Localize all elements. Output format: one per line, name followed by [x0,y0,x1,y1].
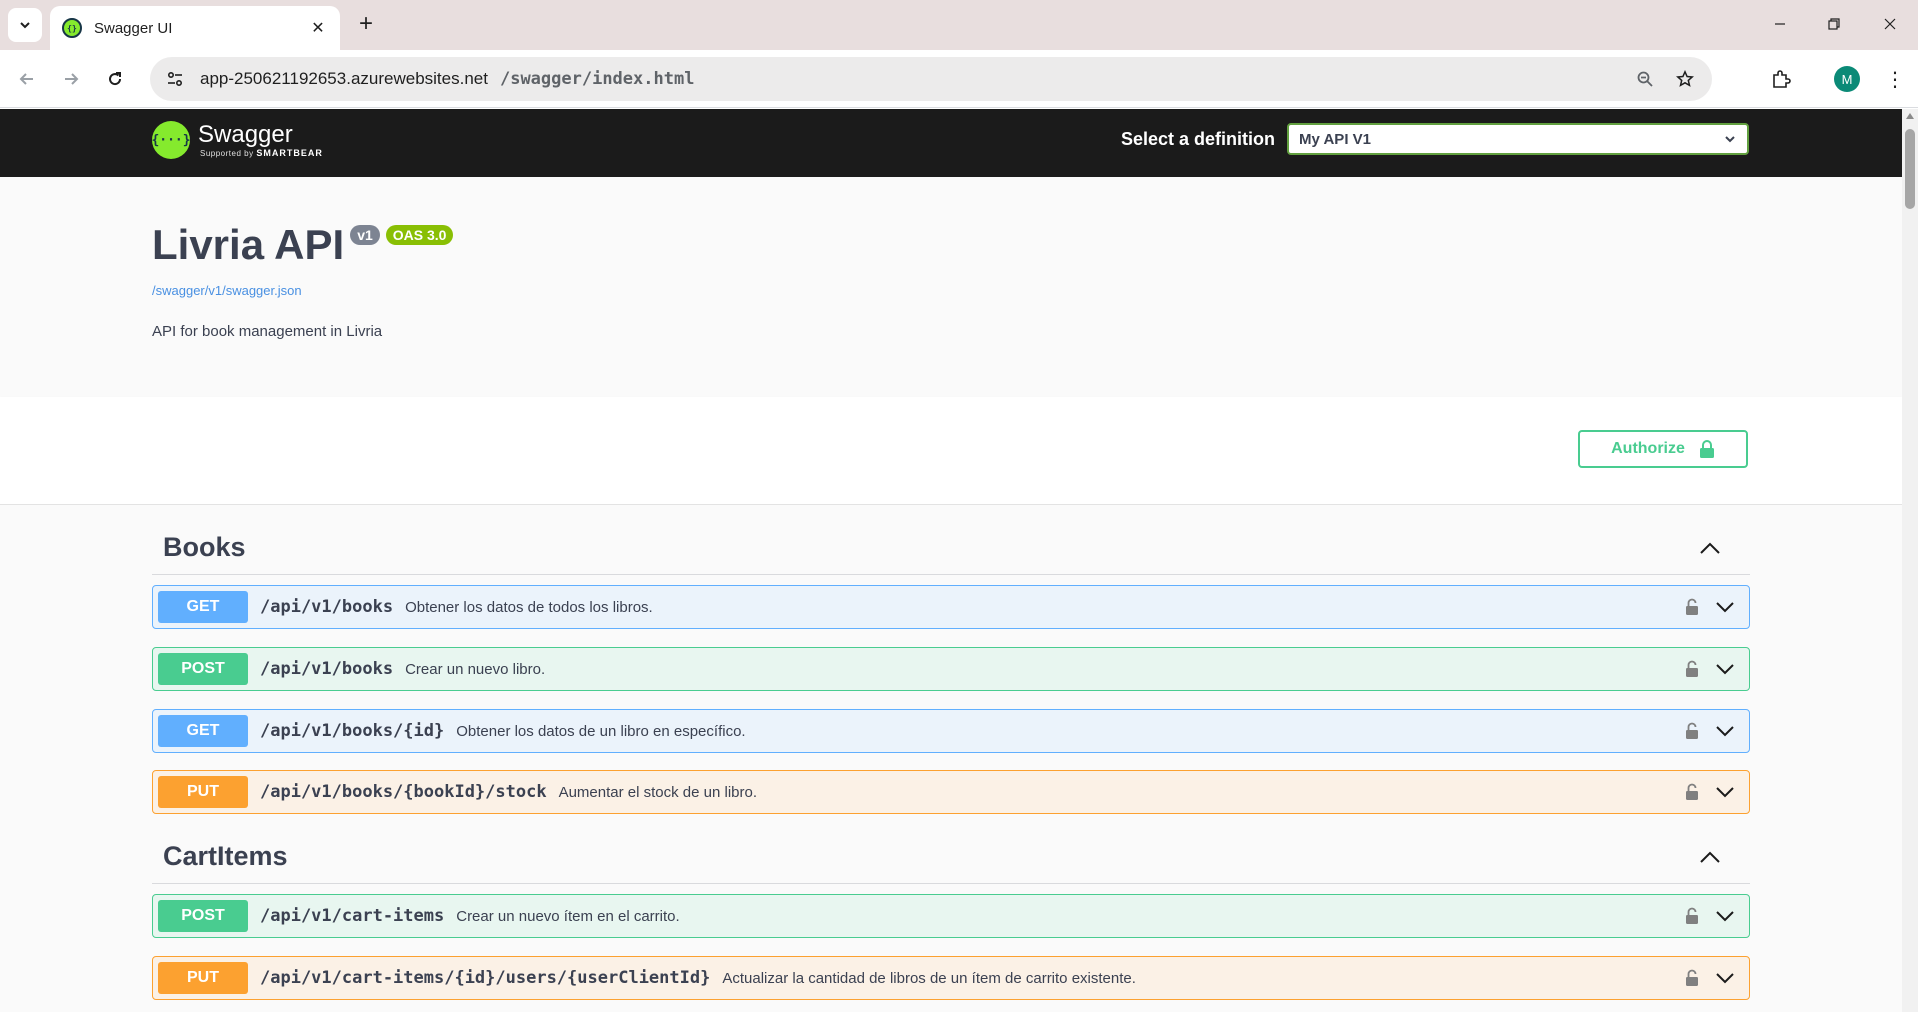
operation-path: /api/v1/books [260,597,394,617]
operation-get-book-by-id[interactable]: GET /api/v1/books/{id} Obtener los datos… [152,709,1750,753]
page-viewport: {···} Swagger Supported by SMARTBEAR Sel… [0,109,1902,1012]
new-tab-button[interactable]: + [352,10,380,38]
definition-select[interactable]: My API V1 [1287,123,1750,155]
chevron-down-icon[interactable] [1712,595,1738,619]
lock-icon[interactable] [1682,719,1702,743]
lock-icon[interactable] [1682,595,1702,619]
operation-path: /api/v1/books/{bookId}/stock [260,782,547,802]
method-badge: GET [158,715,248,747]
operation-path: /api/v1/cart-items [260,906,445,926]
logo-subtitle: Supported by SMARTBEAR [200,148,323,158]
close-tab-icon[interactable]: ✕ [308,18,328,38]
operation-summary: Obtener los datos de todos los libros. [405,598,653,616]
version-badge: v1 [350,225,380,245]
authorize-button[interactable]: Authorize [1578,430,1748,468]
api-description: API for book management in Livria [152,323,383,340]
logo-name: Swagger [198,121,293,148]
url-host: app-250621192653.azurewebsites.net [200,69,488,88]
scrollbar-thumb[interactable] [1905,129,1915,209]
tab-search-button[interactable] [8,8,42,42]
definition-value: My API V1 [1299,130,1371,148]
api-title: Livria API [152,221,345,268]
lock-icon[interactable] [1682,780,1702,804]
url-path: /swagger/index.html [499,69,695,89]
site-info-icon[interactable] [162,66,188,92]
chevron-down-icon [20,22,30,29]
url-text: app-250621192653.azurewebsites.net/swagg… [200,69,1620,89]
operation-summary: Crear un nuevo ítem en el carrito. [456,907,680,925]
operation-path: /api/v1/books [260,659,394,679]
swagger-favicon-icon: {} [62,18,82,38]
tag-name: CartItems [163,841,288,871]
operation-summary: Aumentar el stock de un libro. [558,783,758,801]
chevron-down-icon [1725,136,1735,143]
definition-label: Select a definition [1121,128,1276,149]
operation-put-cart-item[interactable]: PUT /api/v1/cart-items/{id}/users/{userC… [152,956,1750,1000]
lock-icon[interactable] [1682,966,1702,990]
close-window-icon[interactable] [1872,10,1908,38]
swagger-logo[interactable]: {···} Swagger Supported by SMARTBEAR [151,121,323,159]
method-badge: PUT [158,962,248,994]
operation-summary: Actualizar la cantidad de libros de un í… [722,969,1136,987]
chevron-down-icon[interactable] [1712,719,1738,743]
restore-icon[interactable] [1816,10,1852,38]
operation-post-cart-items[interactable]: POST /api/v1/cart-items Crear un nuevo í… [152,894,1750,938]
api-info-section: Livria API v1 OAS 3.0 /swagger/v1/swagge… [0,177,1902,397]
chevron-up-icon[interactable] [1690,837,1730,877]
lock-icon[interactable] [1682,657,1702,681]
method-badge: GET [158,591,248,623]
method-badge: POST [158,653,248,685]
forward-arrow-icon[interactable] [56,64,86,94]
browser-tab[interactable]: {} Swagger UI ✕ [50,6,340,50]
operation-put-book-stock[interactable]: PUT /api/v1/books/{bookId}/stock Aumenta… [152,770,1750,814]
logo-sub-prefix: Supported by [200,149,254,158]
tab-title: Swagger UI [94,19,173,37]
reload-icon[interactable] [100,64,130,94]
chevron-up-icon[interactable] [1690,528,1730,568]
operation-path: /api/v1/books/{id} [260,721,445,741]
chevron-down-icon[interactable] [1712,780,1738,804]
oas-badge: OAS 3.0 [385,225,454,245]
more-menu-icon[interactable]: ⋮ [1880,64,1910,94]
chevron-down-icon[interactable] [1712,966,1738,990]
logo-sub-brand: SMARTBEAR [256,148,323,158]
tag-cartitems-header[interactable]: CartItems [152,830,1750,884]
scheme-container: Authorize [0,397,1902,505]
minimize-icon[interactable] [1762,10,1798,38]
method-badge: POST [158,900,248,932]
page-scrollbar[interactable] [1902,109,1918,1012]
operation-summary: Crear un nuevo libro. [405,660,546,678]
lock-icon[interactable] [1682,904,1702,928]
tag-books-header[interactable]: Books [152,521,1750,575]
operation-summary: Obtener los datos de un libro en específ… [456,722,746,740]
browser-tab-strip: {} Swagger UI ✕ + [0,0,1918,50]
swagger-logo-icon: {···} [151,121,191,159]
lock-icon [1699,440,1714,458]
swagger-topbar: {···} Swagger Supported by SMARTBEAR Sel… [0,109,1902,177]
back-arrow-icon[interactable] [12,64,42,94]
method-badge: PUT [158,776,248,808]
spec-url-link[interactable]: /swagger/v1/swagger.json [152,283,302,298]
definition-selector: Select a definition My API V1 [1121,123,1750,155]
zoom-icon[interactable] [1630,64,1660,94]
operation-path: /api/v1/cart-items/{id}/users/{userClien… [260,968,711,988]
authorize-label: Authorize [1611,440,1685,457]
operation-get-books[interactable]: GET /api/v1/books Obtener los datos de t… [152,585,1750,629]
operations-section: Books GET /api/v1/books Obtener los dato… [0,505,1902,1012]
extensions-puzzle-icon[interactable] [1766,64,1796,94]
tag-name: Books [163,532,246,562]
browser-toolbar: app-250621192653.azurewebsites.net/swagg… [0,50,1918,108]
chevron-down-icon[interactable] [1712,657,1738,681]
operation-post-books[interactable]: POST /api/v1/books Crear un nuevo libro. [152,647,1750,691]
address-bar[interactable]: app-250621192653.azurewebsites.net/swagg… [150,57,1712,101]
profile-avatar[interactable]: M [1834,66,1860,92]
scroll-up-arrow-icon[interactable] [1906,113,1914,119]
chevron-down-icon[interactable] [1712,904,1738,928]
bookmark-star-icon[interactable] [1670,64,1700,94]
